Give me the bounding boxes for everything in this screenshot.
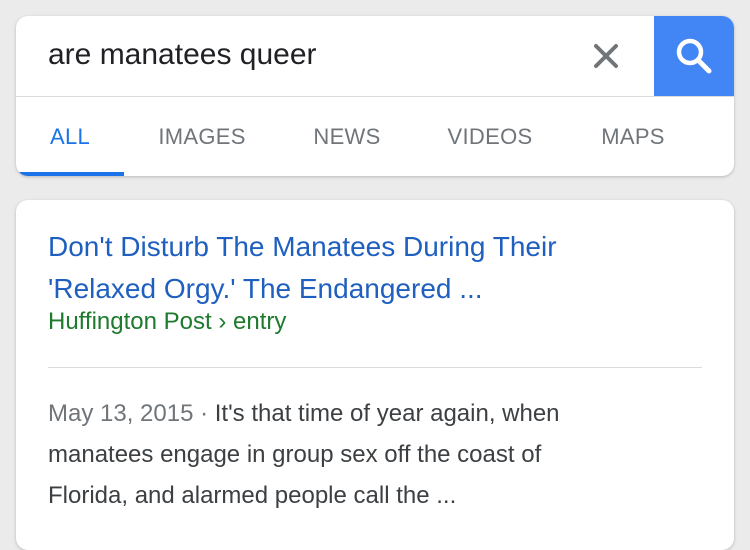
search-button[interactable] [654,16,734,96]
snippet-line: May 13, 2015 · It's that time of year ag… [48,393,708,434]
snippet-line: Florida, and alarmed people call the ... [48,482,457,509]
clear-button[interactable] [582,32,630,80]
snippet-date-separator: · [193,400,215,427]
result-title-line: 'Relaxed Orgy.' The Endangered ... [48,273,483,304]
search-result-card: Don't Disturb The Manatees During Their … [16,200,734,550]
snippet-text: It's that time of year again, when [214,400,560,427]
snippet-line: manatees engage in group sex off the coa… [48,441,542,468]
tab-news[interactable]: NEWS [294,97,400,176]
result-title-line: Don't Disturb The Manatees During Their [48,231,557,262]
result-source-breadcrumb[interactable]: Huffington Post › entry [48,306,286,338]
close-icon [594,44,618,68]
result-snippet: May 13, 2015 · It's that time of year ag… [48,393,708,516]
result-divider [48,367,702,368]
tab-videos[interactable]: VIDEOS [430,97,550,176]
tab-images-label: IMAGES [158,123,246,149]
tab-all-label: ALL [49,123,91,149]
tab-images[interactable]: IMAGES [142,97,262,176]
tab-news-label: NEWS [313,123,381,149]
search-icon [676,38,712,74]
tab-videos-label: VIDEOS [447,123,533,149]
tab-all[interactable]: ALL [16,97,124,176]
search-bar [16,16,734,97]
result-title-link[interactable]: Don't Disturb The Manatees During Their … [48,226,688,310]
tab-maps-label: MAPS [601,123,665,149]
active-tab-indicator [16,172,124,176]
search-tabs: ALL IMAGES NEWS VIDEOS MAPS [16,97,734,176]
tab-maps[interactable]: MAPS [578,97,688,176]
snippet-date: May 13, 2015 [48,400,194,427]
search-card: ALL IMAGES NEWS VIDEOS MAPS [16,16,734,176]
search-input[interactable] [48,30,568,80]
